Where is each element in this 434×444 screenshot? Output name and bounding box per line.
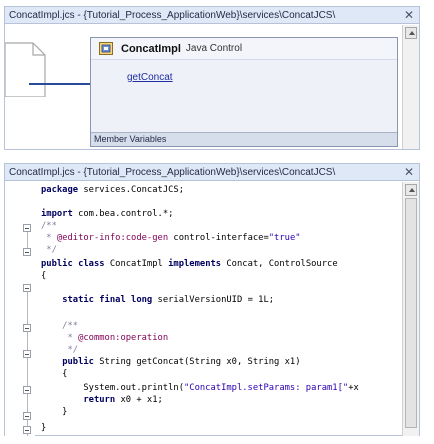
code-line: /**	[41, 321, 79, 331]
close-icon[interactable]: ✕	[404, 165, 414, 179]
code-line: }	[41, 407, 68, 417]
design-view-title: ConcatImpl.jcs - {Tutorial_Process_Appli…	[9, 9, 336, 21]
fold-toggle[interactable]	[23, 412, 31, 420]
fold-toggle[interactable]	[23, 350, 31, 358]
code-editor[interactable]: package services.ConcatJCS; import com.b…	[41, 183, 405, 437]
scrollbar-thumb[interactable]	[405, 198, 417, 428]
code-vertical-scrollbar[interactable]	[402, 182, 419, 436]
design-canvas: ConcatImpl Java Control getConcat Member…	[5, 25, 402, 149]
code-line: static final long serialVersionUID = 1L;	[62, 295, 275, 305]
code-line: }	[41, 423, 47, 433]
control-type: Java Control	[185, 43, 243, 54]
scroll-up-icon	[409, 188, 415, 192]
code-line: * @common:operation	[41, 333, 169, 343]
code-line: {	[41, 369, 68, 379]
code-line: import com.bea.control.*;	[41, 209, 174, 219]
code-line: System.out.println("ConcatImpl.setParams…	[41, 383, 359, 393]
fold-toggle[interactable]	[23, 386, 31, 394]
design-view-title-bar[interactable]: ConcatImpl.jcs - {Tutorial_Process_Appli…	[5, 7, 419, 24]
code-gutter	[5, 182, 35, 436]
code-line: * @editor-info:code-gen control-interfac…	[41, 233, 301, 243]
code-line: */	[41, 345, 79, 355]
design-vertical-scrollbar[interactable]	[402, 25, 419, 149]
code-line: public class ConcatImpl implements Conca…	[41, 259, 338, 269]
close-icon[interactable]: ✕	[404, 8, 414, 22]
fold-toggle[interactable]	[23, 248, 31, 256]
scroll-up-button[interactable]	[405, 184, 417, 196]
code-line: package services.ConcatJCS;	[41, 185, 185, 195]
fold-toggle[interactable]	[23, 224, 31, 232]
source-view-title-bar[interactable]: ConcatImpl.jcs - {Tutorial_Process_Appli…	[5, 164, 419, 181]
source-view-title: ConcatImpl.jcs - {Tutorial_Process_Appli…	[9, 166, 336, 178]
java-control-header: ConcatImpl Java Control	[91, 38, 397, 60]
code-line: return x0 + x1;	[83, 395, 163, 405]
java-control-icon	[99, 42, 113, 55]
scroll-up-button[interactable]	[405, 27, 417, 39]
design-view-panel: ConcatImpl.jcs - {Tutorial_Process_Appli…	[4, 6, 420, 150]
fold-toggle[interactable]	[23, 426, 31, 434]
method-link-getconcat[interactable]: getConcat	[127, 72, 173, 83]
java-control-box[interactable]: ConcatImpl Java Control getConcat Member…	[90, 37, 398, 147]
code-line: {	[41, 271, 47, 281]
control-name: ConcatImpl	[121, 42, 181, 55]
fold-toggle[interactable]	[23, 284, 31, 292]
source-view-panel: ConcatImpl.jcs - {Tutorial_Process_Appli…	[4, 163, 420, 436]
scroll-up-icon	[409, 31, 415, 35]
code-line: public String getConcat(String x0, Strin…	[62, 357, 301, 367]
code-line: */	[41, 245, 57, 255]
fold-toggle[interactable]	[23, 324, 31, 332]
member-variables-bar[interactable]: Member Variables	[91, 132, 397, 146]
code-line: /**	[41, 221, 57, 231]
